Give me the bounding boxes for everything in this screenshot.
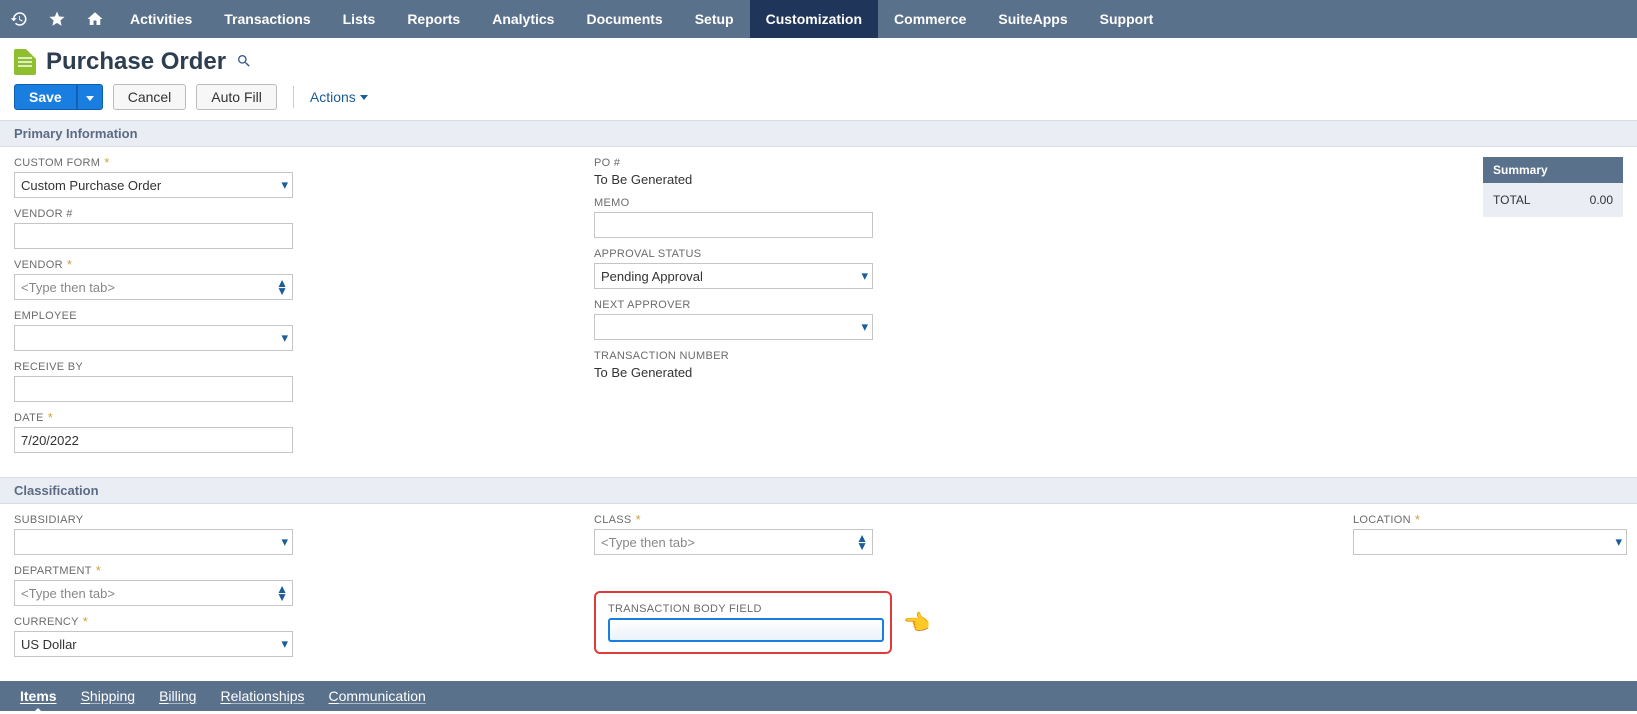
chevron-down-icon bbox=[360, 95, 368, 100]
vendor-select[interactable]: <Type then tab> ▲▼ bbox=[14, 274, 293, 300]
approval-value: Pending Approval bbox=[601, 269, 703, 284]
nextappr-select[interactable]: ▾ bbox=[594, 314, 873, 340]
label-memo: MEMO bbox=[594, 197, 629, 209]
nav-item-lists[interactable]: Lists bbox=[327, 0, 392, 38]
currency-select[interactable]: US Dollar ▾ bbox=[14, 631, 293, 657]
tab-shipping[interactable]: Shipping bbox=[81, 688, 136, 704]
label-ponum: PO # bbox=[594, 157, 620, 169]
trannum-value: To Be Generated bbox=[594, 365, 1114, 380]
tab-relationships[interactable]: Relationships bbox=[220, 688, 304, 704]
search-icon[interactable] bbox=[236, 53, 252, 72]
label-subsidiary: SUBSIDIARY bbox=[14, 514, 83, 526]
class-placeholder: <Type then tab> bbox=[601, 535, 695, 550]
label-department: DEPARTMENT bbox=[14, 565, 92, 577]
label-class: CLASS bbox=[594, 514, 632, 526]
label-location: LOCATION bbox=[1353, 514, 1411, 526]
chevron-down-icon: ▾ bbox=[281, 636, 288, 652]
custom-form-select[interactable]: Custom Purchase Order ▾ bbox=[14, 172, 293, 198]
location-select[interactable]: ▾ bbox=[1353, 529, 1627, 555]
actions-menu[interactable]: Actions bbox=[310, 89, 368, 105]
nav-item-reports[interactable]: Reports bbox=[391, 0, 476, 38]
summary-total-value: 0.00 bbox=[1590, 193, 1613, 207]
date-value: 7/20/2022 bbox=[21, 433, 79, 448]
pointing-hand-icon: 👉 bbox=[904, 610, 931, 636]
history-icon[interactable] bbox=[0, 0, 38, 38]
summary-total-label: TOTAL bbox=[1493, 193, 1531, 207]
updown-icon: ▲▼ bbox=[276, 279, 288, 295]
cancel-button[interactable]: Cancel bbox=[113, 84, 187, 110]
vendor-num-input[interactable] bbox=[14, 223, 293, 249]
class-select[interactable]: <Type then tab> ▲▼ bbox=[594, 529, 873, 555]
updown-icon: ▲▼ bbox=[856, 534, 868, 550]
home-icon[interactable] bbox=[76, 0, 114, 38]
chevron-down-icon: ▾ bbox=[281, 330, 288, 346]
page-title: Purchase Order bbox=[46, 48, 226, 76]
label-vendor-num: VENDOR # bbox=[14, 208, 73, 220]
nav-item-customization[interactable]: Customization bbox=[750, 0, 878, 38]
chevron-down-icon: ▾ bbox=[861, 319, 868, 335]
nav-item-commerce[interactable]: Commerce bbox=[878, 0, 982, 38]
label-custom-form: CUSTOM FORM bbox=[14, 157, 100, 169]
currency-value: US Dollar bbox=[21, 637, 77, 652]
label-vendor: VENDOR bbox=[14, 259, 63, 271]
tab-communication[interactable]: Communication bbox=[329, 688, 426, 704]
tab-billing[interactable]: Billing bbox=[159, 688, 196, 704]
label-employee: EMPLOYEE bbox=[14, 310, 77, 322]
section-header-classification: Classification bbox=[0, 477, 1637, 504]
tab-items[interactable]: Items bbox=[20, 688, 57, 704]
receiveby-input[interactable] bbox=[14, 376, 293, 402]
custom-form-value: Custom Purchase Order bbox=[21, 178, 161, 193]
label-currency: CURRENCY bbox=[14, 616, 79, 628]
save-button[interactable]: Save bbox=[14, 84, 77, 110]
vendor-placeholder: <Type then tab> bbox=[21, 280, 115, 295]
updown-icon: ▲▼ bbox=[276, 585, 288, 601]
date-input[interactable]: 7/20/2022 bbox=[14, 427, 293, 453]
label-receiveby: RECEIVE BY bbox=[14, 361, 83, 373]
summary-panel: Summary TOTAL 0.00 bbox=[1483, 157, 1623, 217]
chevron-down-icon bbox=[86, 96, 94, 101]
department-select[interactable]: <Type then tab> ▲▼ bbox=[14, 580, 293, 606]
page-type-icon bbox=[14, 49, 36, 75]
autofill-button[interactable]: Auto Fill bbox=[196, 84, 277, 110]
approval-select[interactable]: Pending Approval ▾ bbox=[594, 263, 873, 289]
star-icon[interactable] bbox=[38, 0, 76, 38]
actions-menu-label: Actions bbox=[310, 89, 356, 105]
nav-item-analytics[interactable]: Analytics bbox=[476, 0, 570, 38]
label-nextappr: NEXT APPROVER bbox=[594, 299, 691, 311]
nav-item-suiteapps[interactable]: SuiteApps bbox=[982, 0, 1083, 38]
nav-item-activities[interactable]: Activities bbox=[114, 0, 208, 38]
label-approval: APPROVAL STATUS bbox=[594, 248, 701, 260]
department-placeholder: <Type then tab> bbox=[21, 586, 115, 601]
highlighted-custom-field: TRANSACTION BODY FIELD bbox=[594, 591, 892, 654]
subtab-bar: Items Shipping Billing Relationships Communi… bbox=[0, 681, 1637, 711]
label-date: DATE bbox=[14, 412, 44, 424]
top-navigation: ActivitiesTransactionsListsReportsAnalyt… bbox=[0, 0, 1637, 38]
subsidiary-select[interactable]: ▾ bbox=[14, 529, 293, 555]
section-header-primary: Primary Information bbox=[0, 120, 1637, 147]
employee-select[interactable]: ▾ bbox=[14, 325, 293, 351]
chevron-down-icon: ▾ bbox=[281, 534, 288, 550]
summary-header: Summary bbox=[1483, 157, 1623, 183]
transaction-body-field-input[interactable] bbox=[608, 618, 884, 642]
chevron-down-icon: ▾ bbox=[1615, 534, 1622, 550]
nav-item-transactions[interactable]: Transactions bbox=[208, 0, 326, 38]
label-trannum: TRANSACTION NUMBER bbox=[594, 350, 729, 362]
nav-item-setup[interactable]: Setup bbox=[679, 0, 750, 38]
chevron-down-icon: ▾ bbox=[281, 177, 288, 193]
nav-item-documents[interactable]: Documents bbox=[570, 0, 678, 38]
chevron-down-icon: ▾ bbox=[861, 268, 868, 284]
label-tranbody: TRANSACTION BODY FIELD bbox=[608, 603, 762, 615]
divider bbox=[293, 86, 294, 108]
ponum-value: To Be Generated bbox=[594, 172, 1114, 187]
nav-item-support[interactable]: Support bbox=[1084, 0, 1170, 38]
save-dropdown-button[interactable] bbox=[77, 84, 103, 110]
memo-input[interactable] bbox=[594, 212, 873, 238]
